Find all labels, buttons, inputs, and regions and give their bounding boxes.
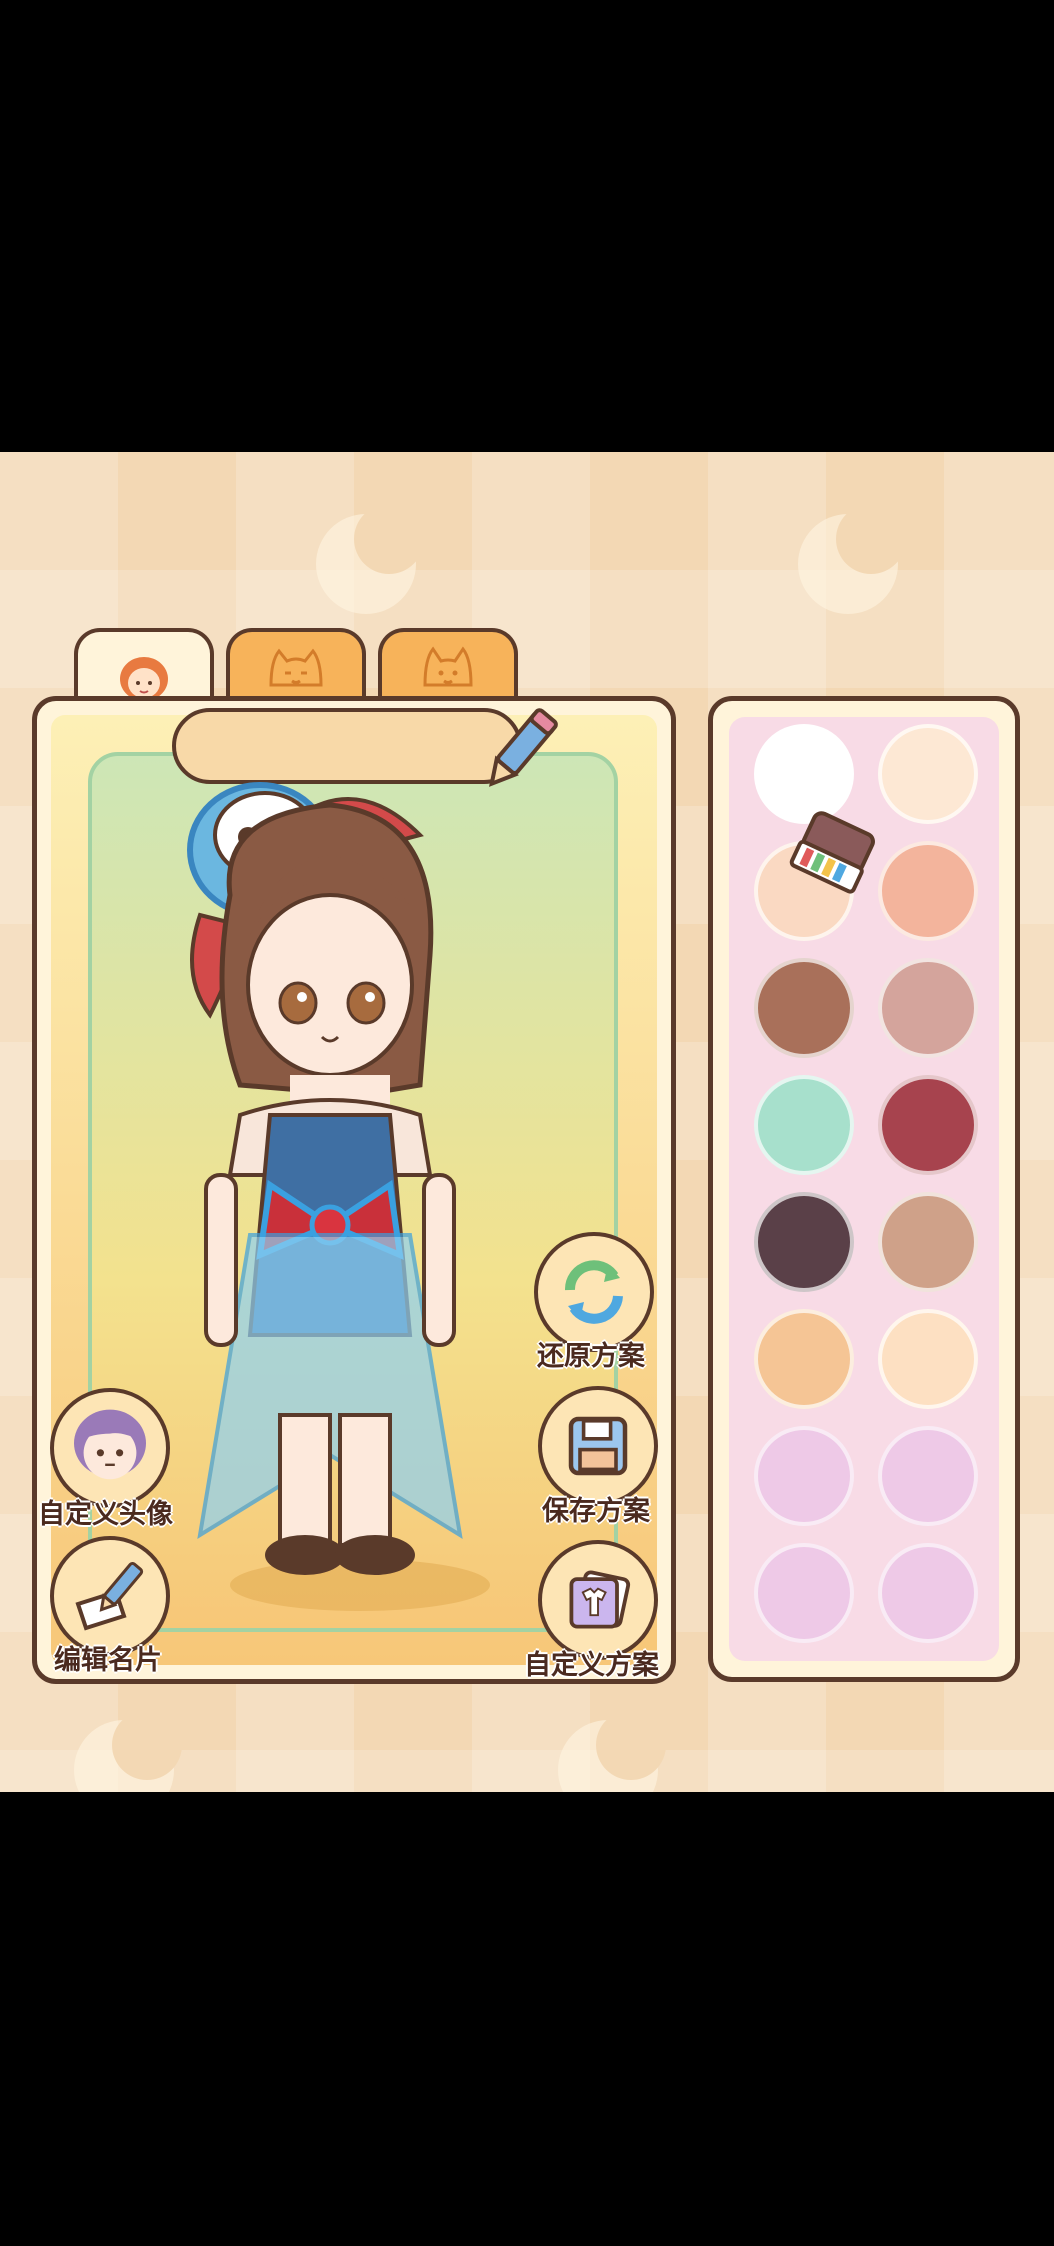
moon-decoration-icon bbox=[798, 504, 906, 614]
custom-scheme-button[interactable] bbox=[538, 1540, 658, 1660]
character-doll bbox=[187, 782, 490, 1611]
color-swatch[interactable] bbox=[878, 1543, 978, 1643]
moon-decoration-icon bbox=[316, 504, 424, 614]
color-swatch[interactable] bbox=[878, 1309, 978, 1409]
color-swatch[interactable] bbox=[754, 1075, 854, 1175]
custom-avatar-label[interactable]: 自定义头像 bbox=[38, 1492, 173, 1531]
refresh-arrows-icon bbox=[565, 1260, 623, 1324]
color-swatch[interactable] bbox=[878, 958, 978, 1058]
color-swatch[interactable] bbox=[754, 724, 854, 824]
girl-face-icon bbox=[120, 657, 168, 701]
edit-card-label[interactable]: 编辑名片 bbox=[54, 1638, 162, 1677]
custom-scheme-label[interactable]: 自定义方案 bbox=[524, 1643, 659, 1682]
tab-pet-2[interactable] bbox=[378, 628, 518, 706]
color-swatch[interactable] bbox=[878, 1426, 978, 1526]
custom-avatar-button[interactable] bbox=[50, 1388, 170, 1508]
save-scheme-label[interactable]: 保存方案 bbox=[542, 1489, 650, 1528]
outfit-cards-icon bbox=[569, 1570, 631, 1629]
avatar-icon bbox=[74, 1409, 146, 1480]
floppy-disk-icon bbox=[568, 1416, 628, 1476]
restore-scheme-label[interactable]: 还原方案 bbox=[537, 1334, 645, 1373]
card-pencil-icon bbox=[75, 1561, 144, 1631]
color-swatch[interactable] bbox=[754, 958, 854, 1058]
color-swatch[interactable] bbox=[754, 1426, 854, 1526]
color-swatch[interactable] bbox=[878, 1075, 978, 1175]
color-swatch[interactable] bbox=[878, 841, 978, 941]
color-swatch[interactable] bbox=[878, 724, 978, 824]
color-swatch[interactable] bbox=[754, 1192, 854, 1292]
color-swatch[interactable] bbox=[754, 1309, 854, 1409]
color-swatch[interactable] bbox=[878, 1192, 978, 1292]
save-scheme-button[interactable] bbox=[538, 1386, 658, 1506]
color-swatch[interactable] bbox=[754, 1543, 854, 1643]
cat-face-icon bbox=[423, 646, 473, 687]
tab-pet-1[interactable] bbox=[226, 628, 366, 706]
cat-face-icon bbox=[269, 648, 323, 687]
brush-cursor-icon bbox=[789, 811, 875, 894]
